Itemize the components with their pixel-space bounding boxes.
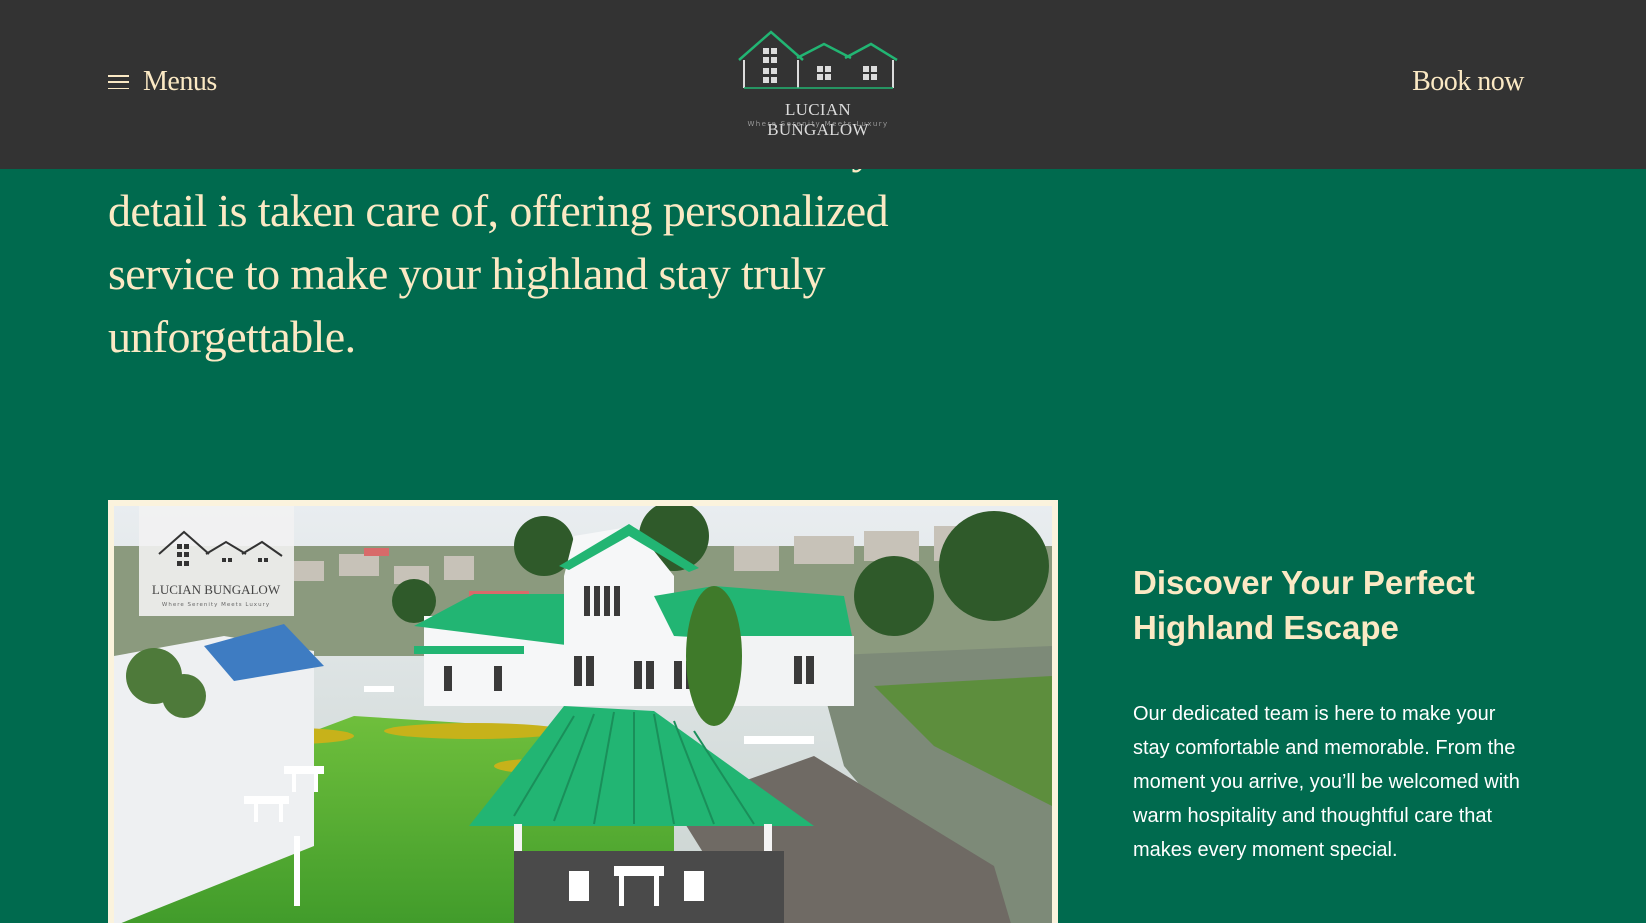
page: Menus LUCIAN BUNGALOW Where Serenity Mee…	[0, 0, 1646, 923]
book-now-link[interactable]: Book now	[1412, 66, 1524, 98]
site-logo[interactable]: LUCIAN BUNGALOW Where Serenity Meets Lux…	[735, 30, 901, 139]
photo-watermark-tagline: Where Serenity Meets Luxury	[162, 602, 270, 608]
site-header: Menus LUCIAN BUNGALOW Where Serenity Mee…	[0, 0, 1646, 169]
logo-tagline: Where Serenity Meets Luxury	[747, 120, 889, 128]
photo-watermark-name: LUCIAN BUNGALOW	[152, 582, 281, 597]
bungalow-photo: LUCIAN BUNGALOW Where Serenity Meets Lux…	[108, 500, 1058, 923]
bungalow-photo-image: LUCIAN BUNGALOW Where Serenity Meets Lux…	[114, 506, 1052, 923]
menu-label: Menus	[143, 66, 217, 97]
menu-toggle-button[interactable]: Menus	[108, 66, 217, 98]
house-logo-icon	[738, 30, 898, 89]
hamburger-icon	[108, 75, 129, 89]
discover-body: Our dedicated team is here to make your …	[1133, 703, 1520, 861]
discover-title: Discover Your Perfect Highland Escape	[1133, 564, 1475, 646]
